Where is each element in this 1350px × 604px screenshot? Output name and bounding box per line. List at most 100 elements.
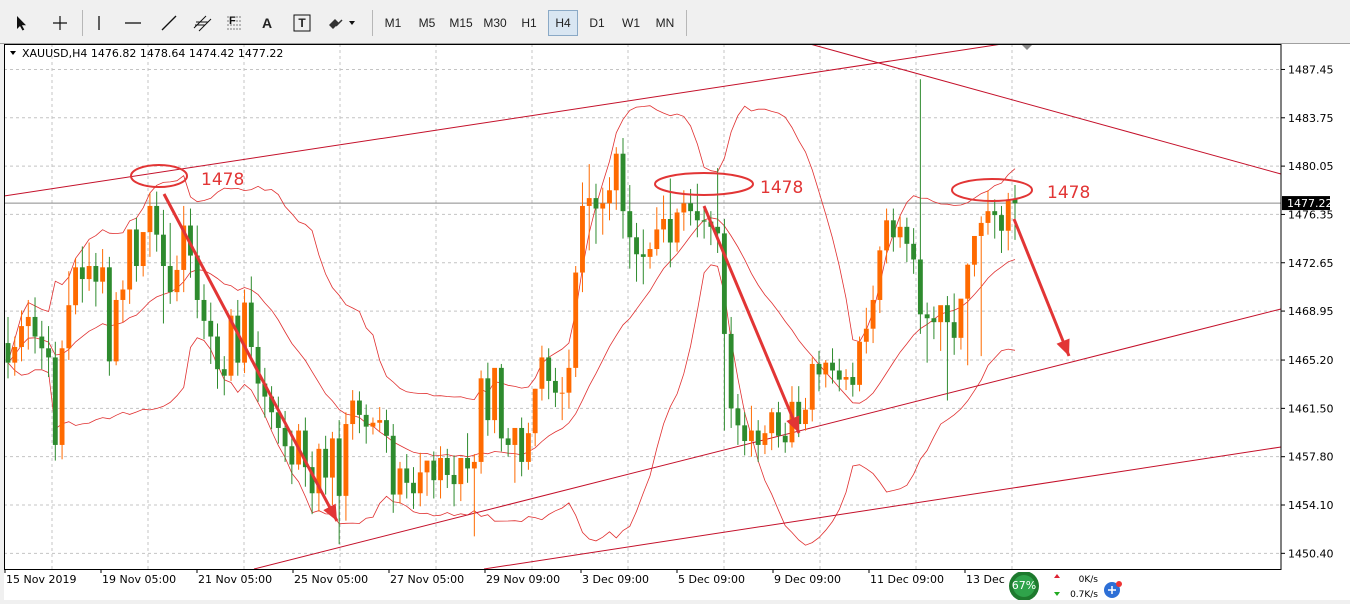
cpu-percent: 67% bbox=[1012, 579, 1036, 592]
y-tick-label: 1450.40 bbox=[1288, 547, 1334, 560]
timeframe-W1[interactable]: W1 bbox=[616, 10, 646, 36]
annotations: 1478 1478 1478 bbox=[130, 44, 1090, 522]
candle-body bbox=[938, 305, 944, 323]
fibonacci-label: F bbox=[229, 15, 236, 27]
candle-body bbox=[748, 430, 754, 442]
timeframe-D1[interactable]: D1 bbox=[582, 10, 612, 36]
candle-body bbox=[93, 266, 99, 282]
timeframe-M1[interactable]: M1 bbox=[378, 10, 408, 36]
candle-body bbox=[505, 438, 511, 445]
status-svg: 67% 0K/s 0.7K/s bbox=[1009, 571, 1122, 601]
bb-upper bbox=[7, 105, 1016, 401]
candle-body bbox=[363, 414, 369, 427]
vertical-line-icon[interactable] bbox=[88, 10, 110, 36]
symbol-info-line: XAUUSD,H4 1476.82 1478.64 1474.42 1477.2… bbox=[22, 47, 283, 60]
candle-body bbox=[127, 229, 133, 290]
timeframe-MN[interactable]: MN bbox=[650, 10, 680, 36]
candle-body bbox=[512, 427, 518, 445]
current-price-label: 1477.22 bbox=[1287, 197, 1333, 210]
text-label-icon[interactable]: T bbox=[290, 10, 314, 36]
notification-dot bbox=[1116, 581, 1122, 587]
shapes-dropdown-icon[interactable] bbox=[324, 10, 362, 36]
x-tick-label: 27 Nov 05:00 bbox=[390, 573, 464, 586]
candle-body bbox=[100, 267, 106, 282]
x-tick-label: 11 Dec 09:00 bbox=[870, 573, 944, 586]
candle-body bbox=[816, 363, 822, 375]
candle-body bbox=[580, 205, 585, 273]
y-tick-label: 1483.75 bbox=[1288, 112, 1334, 125]
candle-body bbox=[357, 400, 362, 415]
candle-body bbox=[620, 153, 626, 212]
candle-body bbox=[478, 378, 484, 462]
candle-body bbox=[999, 215, 1004, 231]
candle-body bbox=[25, 316, 31, 327]
candle-body bbox=[607, 190, 612, 204]
cursor-arrow-icon[interactable] bbox=[10, 10, 34, 36]
candle-body bbox=[140, 232, 146, 267]
candle-body bbox=[965, 264, 971, 299]
trendline-icon[interactable] bbox=[156, 10, 182, 36]
trendline-lower-support bbox=[483, 446, 1282, 570]
crosshair-icon[interactable] bbox=[48, 10, 72, 36]
candle-body bbox=[890, 220, 896, 238]
candle-body bbox=[525, 433, 531, 462]
x-tick-label: 25 Nov 05:00 bbox=[294, 573, 368, 586]
candle-body bbox=[539, 357, 545, 389]
chart-window[interactable]: 1478 1478 1478 1487.45 1483.75 1480.05 1476.3… bbox=[4, 44, 1350, 600]
timeframe-H1[interactable]: H1 bbox=[514, 10, 544, 36]
candle-body bbox=[694, 211, 700, 221]
candle-body bbox=[924, 314, 930, 319]
candle-body bbox=[843, 377, 849, 380]
timeframe-M30[interactable]: M30 bbox=[480, 10, 510, 36]
candle-body bbox=[1005, 199, 1011, 231]
candle-body bbox=[992, 211, 998, 216]
candle-body bbox=[830, 362, 835, 371]
candle-body bbox=[5, 343, 11, 363]
text-icon[interactable]: A bbox=[256, 10, 278, 36]
trendline-upper-channel bbox=[4, 44, 1003, 197]
candle-body bbox=[674, 212, 680, 243]
x-tick-label: 5 Dec 09:00 bbox=[678, 573, 745, 586]
horizontal-line-icon[interactable] bbox=[120, 10, 146, 36]
candle-body bbox=[282, 427, 288, 447]
timeframe-M5[interactable]: M5 bbox=[412, 10, 442, 36]
candle-body bbox=[978, 222, 984, 236]
candle-body bbox=[850, 377, 856, 385]
grid bbox=[4, 44, 1281, 569]
candle-body bbox=[647, 249, 653, 257]
candle-body bbox=[836, 370, 842, 380]
candlestick-chart[interactable]: 1478 1478 1478 1487.45 1483.75 1480.05 1476.3… bbox=[4, 44, 1350, 600]
candle-body bbox=[634, 237, 639, 255]
candle-body bbox=[640, 254, 646, 257]
candle-body bbox=[803, 409, 808, 425]
candle-body bbox=[12, 346, 18, 363]
fibonacci-icon[interactable]: F bbox=[222, 10, 246, 36]
down-arrow-shaft bbox=[162, 193, 339, 522]
candle-body bbox=[404, 468, 410, 483]
candle-body bbox=[161, 234, 166, 267]
candle-body bbox=[343, 424, 349, 496]
y-tick-label: 1465.20 bbox=[1288, 354, 1334, 367]
download-rate: 0.7K/s bbox=[1070, 590, 1098, 600]
timeframe-M15[interactable]: M15 bbox=[446, 10, 476, 36]
candle-body bbox=[573, 272, 579, 368]
timeframe-H4[interactable]: H4 bbox=[548, 10, 578, 36]
collapse-triangle-icon[interactable] bbox=[10, 51, 16, 55]
candle-body bbox=[59, 348, 65, 445]
equidistant-channel-icon[interactable] bbox=[190, 10, 216, 36]
candle-body bbox=[917, 259, 923, 315]
candle-body bbox=[776, 412, 781, 436]
candle-body bbox=[492, 367, 498, 421]
candle-body bbox=[411, 482, 416, 494]
candle-body bbox=[167, 266, 173, 293]
candle-body bbox=[688, 203, 694, 212]
candle-body bbox=[32, 316, 38, 337]
candle-body bbox=[485, 378, 491, 421]
candle-body bbox=[728, 333, 734, 409]
upload-rate: 0K/s bbox=[1079, 575, 1099, 585]
candle-body bbox=[627, 211, 633, 238]
candle-body bbox=[323, 448, 329, 478]
candle-body bbox=[857, 341, 862, 385]
upload-arrow-icon bbox=[1054, 574, 1060, 578]
candle-body bbox=[248, 302, 254, 347]
